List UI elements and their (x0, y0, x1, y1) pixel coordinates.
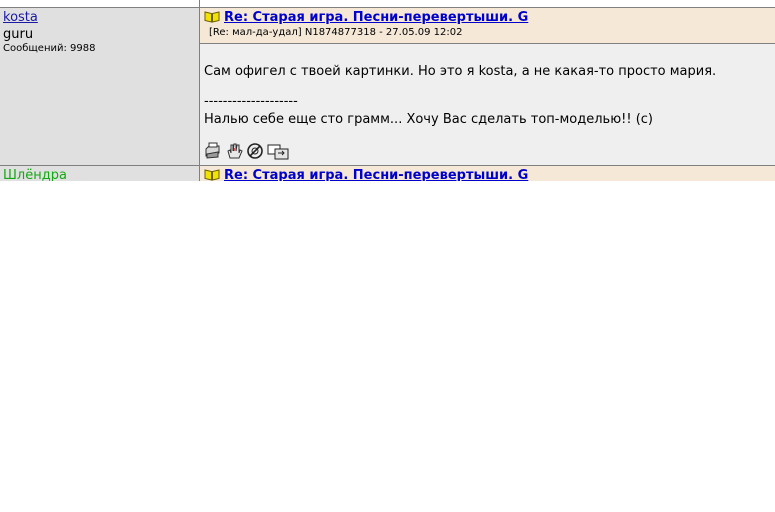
hand-icon[interactable] (225, 142, 243, 160)
author-name-link[interactable]: Шлёндра (3, 168, 67, 181)
author-post-count: Сообщений: 9988 (3, 43, 96, 54)
post-subject-link[interactable]: Re: Старая игра. Песни-перевертыши. G (224, 10, 528, 25)
ignore-icon[interactable] (246, 142, 264, 160)
post-meta: [Re: мал-да-удал] N1874877318 - 27.05.09… (209, 27, 463, 38)
post-row: Шлёндра Re: Старая игра. Песни-переверты… (0, 166, 775, 181)
signature-text: Налью себе еще сто грамм... Хочу Вас сде… (204, 112, 653, 127)
author-name-link[interactable]: kosta (3, 10, 38, 25)
print-icon[interactable] (204, 142, 222, 160)
post-author-panel: Шлёндра (0, 166, 199, 181)
post-subject-link[interactable]: Re: Старая игра. Песни-перевертыши. G (224, 168, 528, 181)
column-separator (199, 0, 200, 7)
post-content: Re: Старая игра. Песни-перевертыши. G [R… (200, 8, 775, 165)
post-header: Re: Старая игра. Песни-перевертыши. G [R… (200, 8, 775, 44)
previous-post-bottom (0, 0, 775, 8)
post-author-panel: kosta guru Сообщений: 9988 (0, 8, 199, 165)
forward-icon[interactable] (267, 142, 289, 160)
post-body-line: Сам офигел с твоей картинки. Но это я ko… (204, 64, 717, 79)
book-icon (204, 11, 220, 23)
signature-separator: -------------------- (204, 94, 298, 109)
post-row: kosta guru Сообщений: 9988 Re: Старая иг… (0, 8, 775, 165)
post-content: Re: Старая игра. Песни-перевертыши. G (200, 166, 775, 181)
post-header: Re: Старая игра. Песни-перевертыши. G (200, 166, 775, 181)
author-title: guru (3, 27, 34, 42)
forum-thread: kosta guru Сообщений: 9988 Re: Старая иг… (0, 0, 775, 181)
book-icon (204, 169, 220, 181)
